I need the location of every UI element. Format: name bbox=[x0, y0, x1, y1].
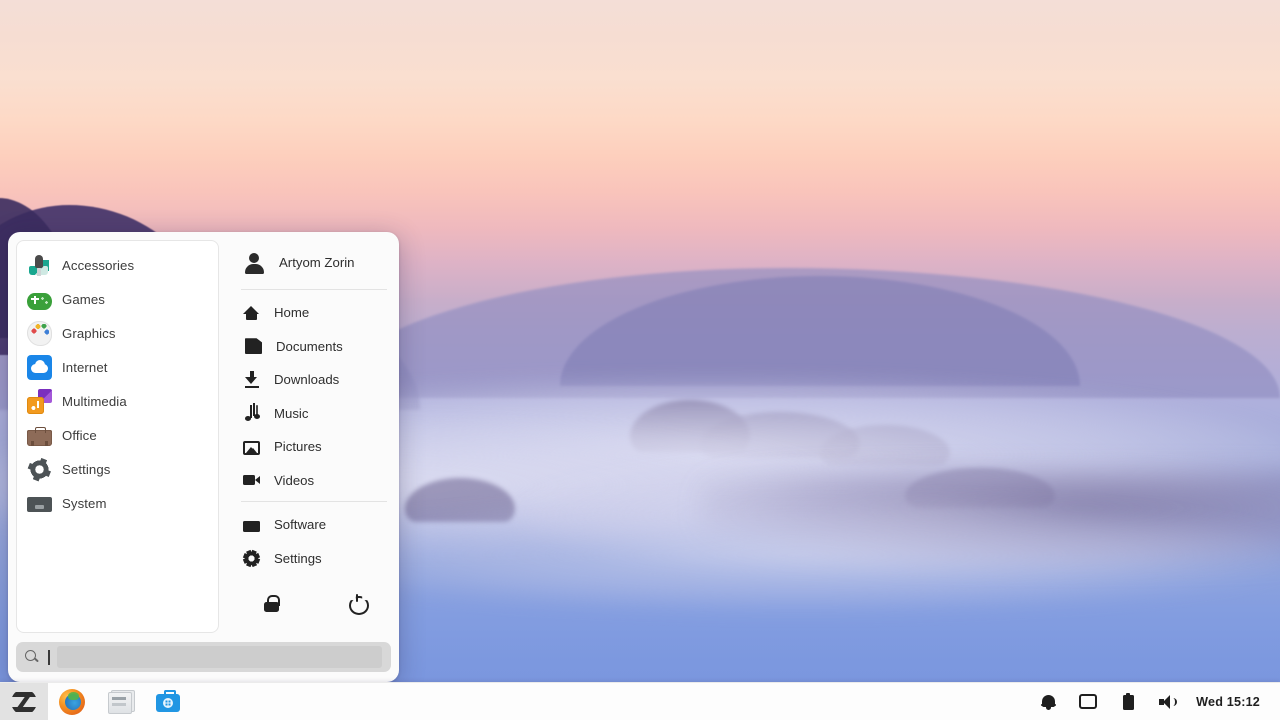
category-label: System bbox=[62, 496, 107, 511]
category-list: Accessories Games Graphics Internet bbox=[16, 240, 219, 633]
download-icon bbox=[243, 371, 260, 388]
music-note-icon bbox=[243, 405, 260, 422]
category-label: Settings bbox=[62, 462, 110, 477]
bell-icon bbox=[1041, 693, 1056, 710]
place-item-music[interactable]: Music bbox=[239, 396, 389, 430]
internet-icon bbox=[27, 355, 52, 380]
power-button[interactable] bbox=[342, 589, 372, 617]
category-label: Internet bbox=[62, 360, 108, 375]
volume-icon bbox=[1159, 694, 1178, 710]
tray-item-display[interactable] bbox=[1068, 683, 1108, 720]
category-item-games[interactable]: Games bbox=[17, 282, 218, 316]
divider bbox=[241, 501, 387, 502]
search-area bbox=[8, 633, 399, 682]
office-icon bbox=[27, 430, 52, 446]
category-label: Multimedia bbox=[62, 394, 127, 409]
search-icon bbox=[25, 650, 39, 664]
document-icon bbox=[245, 338, 262, 354]
category-item-office[interactable]: Office bbox=[17, 418, 218, 452]
place-label: Documents bbox=[276, 339, 343, 354]
lock-icon bbox=[264, 595, 279, 612]
system-item-software[interactable]: Software bbox=[239, 508, 389, 542]
start-menu[interactable]: Accessories Games Graphics Internet bbox=[8, 232, 399, 682]
graphics-icon bbox=[27, 321, 52, 346]
battery-icon bbox=[1123, 693, 1134, 710]
user-account-row[interactable]: Artyom Zorin bbox=[239, 244, 389, 281]
desktop[interactable]: Accessories Games Graphics Internet bbox=[0, 0, 1280, 720]
places-panel: Artyom Zorin Home Documents Downloads bbox=[227, 232, 399, 633]
place-item-home[interactable]: Home bbox=[239, 296, 389, 330]
category-label: Office bbox=[62, 428, 97, 443]
system-icon bbox=[27, 497, 52, 512]
start-menu-body: Accessories Games Graphics Internet bbox=[8, 232, 399, 633]
files-icon bbox=[107, 689, 133, 715]
category-label: Graphics bbox=[62, 326, 116, 341]
picture-icon bbox=[243, 441, 260, 455]
taskbar[interactable]: Wed 15:12 bbox=[0, 682, 1280, 720]
divider bbox=[241, 289, 387, 290]
system-item-settings[interactable]: Settings bbox=[239, 541, 389, 575]
place-label: Downloads bbox=[274, 372, 339, 387]
gear-icon bbox=[243, 550, 260, 567]
category-panel: Accessories Games Graphics Internet bbox=[8, 232, 227, 633]
briefcase-icon bbox=[243, 521, 260, 532]
category-item-graphics[interactable]: Graphics bbox=[17, 316, 218, 350]
tray-item-notifications[interactable] bbox=[1028, 683, 1068, 720]
place-label: Pictures bbox=[274, 439, 322, 454]
firefox-icon bbox=[59, 689, 85, 715]
taskbar-item-software[interactable] bbox=[144, 683, 192, 720]
lock-button[interactable] bbox=[256, 589, 286, 617]
text-cursor bbox=[48, 650, 50, 665]
software-center-icon bbox=[155, 689, 181, 715]
taskbar-item-files[interactable] bbox=[96, 683, 144, 720]
place-item-videos[interactable]: Videos bbox=[239, 464, 389, 498]
category-label: Games bbox=[62, 292, 105, 307]
place-item-downloads[interactable]: Downloads bbox=[239, 363, 389, 397]
clock[interactable]: Wed 15:12 bbox=[1188, 695, 1270, 709]
power-icon bbox=[349, 595, 365, 611]
place-label: Videos bbox=[274, 473, 314, 488]
wallpaper-fog bbox=[300, 500, 1280, 610]
search-input[interactable] bbox=[57, 646, 383, 668]
category-item-multimedia[interactable]: Multimedia bbox=[17, 384, 218, 418]
place-label: Music bbox=[274, 406, 308, 421]
category-label: Accessories bbox=[62, 258, 134, 273]
system-label: Settings bbox=[274, 551, 322, 566]
settings-icon bbox=[27, 457, 52, 482]
user-name: Artyom Zorin bbox=[279, 255, 354, 270]
taskbar-item-firefox[interactable] bbox=[48, 683, 96, 720]
category-item-system[interactable]: System bbox=[17, 486, 218, 520]
tray-item-battery[interactable] bbox=[1108, 683, 1148, 720]
place-label: Home bbox=[274, 305, 309, 320]
zorin-logo-icon bbox=[11, 689, 37, 715]
system-label: Software bbox=[274, 517, 326, 532]
home-icon bbox=[243, 304, 260, 321]
video-camera-icon bbox=[243, 472, 260, 489]
place-item-pictures[interactable]: Pictures bbox=[239, 430, 389, 464]
category-item-internet[interactable]: Internet bbox=[17, 350, 218, 384]
taskbar-item-zorin-menu[interactable] bbox=[0, 683, 48, 720]
place-item-documents[interactable]: Documents bbox=[239, 329, 389, 363]
category-item-settings[interactable]: Settings bbox=[17, 452, 218, 486]
multimedia-icon bbox=[27, 389, 52, 414]
display-icon bbox=[1079, 694, 1097, 709]
taskbar-launchers bbox=[0, 683, 192, 720]
games-icon bbox=[27, 293, 52, 310]
search-box[interactable] bbox=[16, 642, 391, 672]
tray-item-volume[interactable] bbox=[1148, 683, 1188, 720]
accessories-icon bbox=[27, 253, 52, 278]
category-item-accessories[interactable]: Accessories bbox=[17, 248, 218, 282]
system-tray: Wed 15:12 bbox=[1028, 683, 1280, 720]
menu-action-bar bbox=[239, 575, 389, 633]
avatar-icon bbox=[243, 252, 265, 274]
